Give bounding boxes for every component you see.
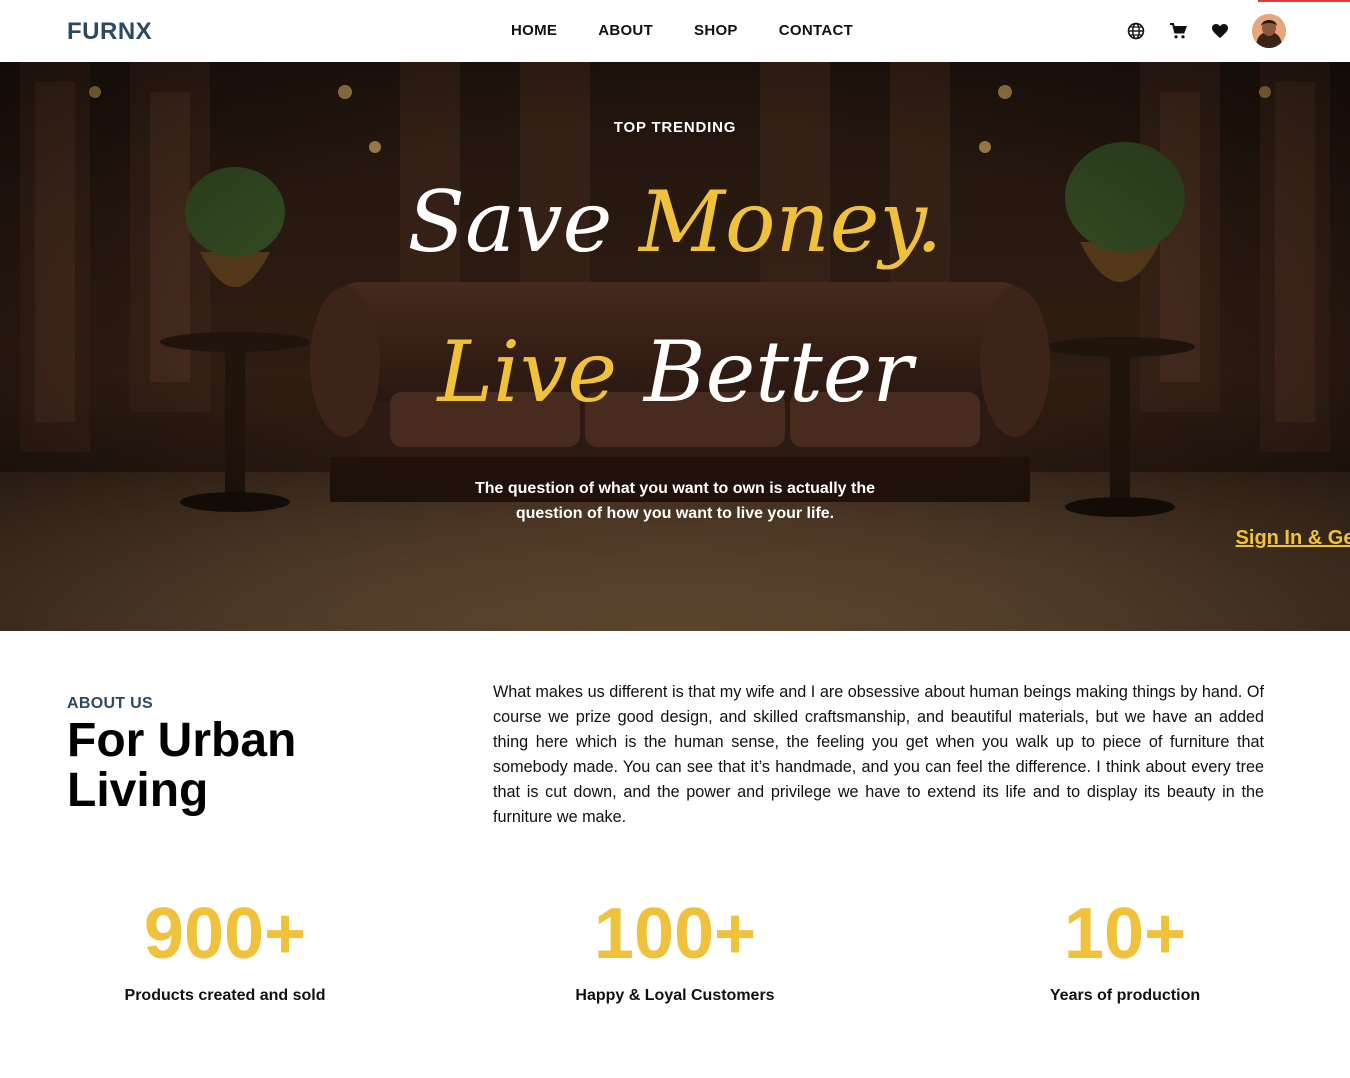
nav-home[interactable]: HOME	[511, 22, 557, 39]
stat-label: Years of production	[1049, 987, 1201, 1004]
hero-word-live: Live	[437, 323, 618, 421]
about-body: What makes us different is that my wife …	[493, 683, 1264, 826]
nav-about[interactable]: ABOUT	[598, 22, 653, 39]
hero-content: TOP TRENDING Save Money. Live Better The…	[0, 62, 1350, 631]
nav-shop[interactable]: SHOP	[694, 22, 738, 39]
about-label: ABOUT US	[67, 695, 153, 712]
brand-logo[interactable]: FURNX	[67, 18, 152, 46]
stat-value: 10+	[1063, 894, 1187, 974]
hero-headline-line2: Live Better	[0, 330, 1350, 414]
hero-word-money: Money.	[639, 173, 943, 271]
hero-banner: TOP TRENDING Save Money. Live Better The…	[0, 62, 1350, 631]
about-title: For Urban Living	[67, 714, 297, 817]
top-accent-line	[1258, 0, 1350, 2]
main-nav: HOME ABOUT SHOP CONTACT	[511, 22, 894, 39]
cart-icon[interactable]	[1166, 14, 1190, 48]
hero-tagline: The question of what you want to own is …	[474, 480, 876, 522]
globe-icon[interactable]	[1124, 14, 1148, 48]
nav-contact[interactable]: CONTACT	[779, 22, 853, 39]
stat-value: 900+	[143, 894, 307, 974]
stat-customers: 100+ Happy & Loyal Customers	[510, 895, 840, 1005]
header-actions	[1124, 14, 1286, 48]
stat-years: 10+ Years of production	[960, 895, 1290, 1005]
user-avatar[interactable]	[1252, 14, 1286, 48]
hero-signin-link[interactable]: Sign In & Get your Now!	[675, 527, 1350, 550]
top-navbar: FURNX HOME ABOUT SHOP CONTACT	[0, 0, 1350, 62]
hero-word-better: Better	[643, 323, 913, 421]
stat-products: 900+ Products created and sold	[60, 895, 390, 1005]
stat-value: 100+	[593, 894, 757, 974]
hero-eyebrow: TOP TRENDING	[613, 119, 737, 136]
hero-word-save: Save	[407, 173, 613, 271]
heart-icon[interactable]	[1208, 14, 1232, 48]
hero-headline-line1: Save Money.	[0, 180, 1350, 264]
stat-label: Products created and sold	[124, 987, 326, 1004]
stat-label: Happy & Loyal Customers	[575, 987, 775, 1004]
